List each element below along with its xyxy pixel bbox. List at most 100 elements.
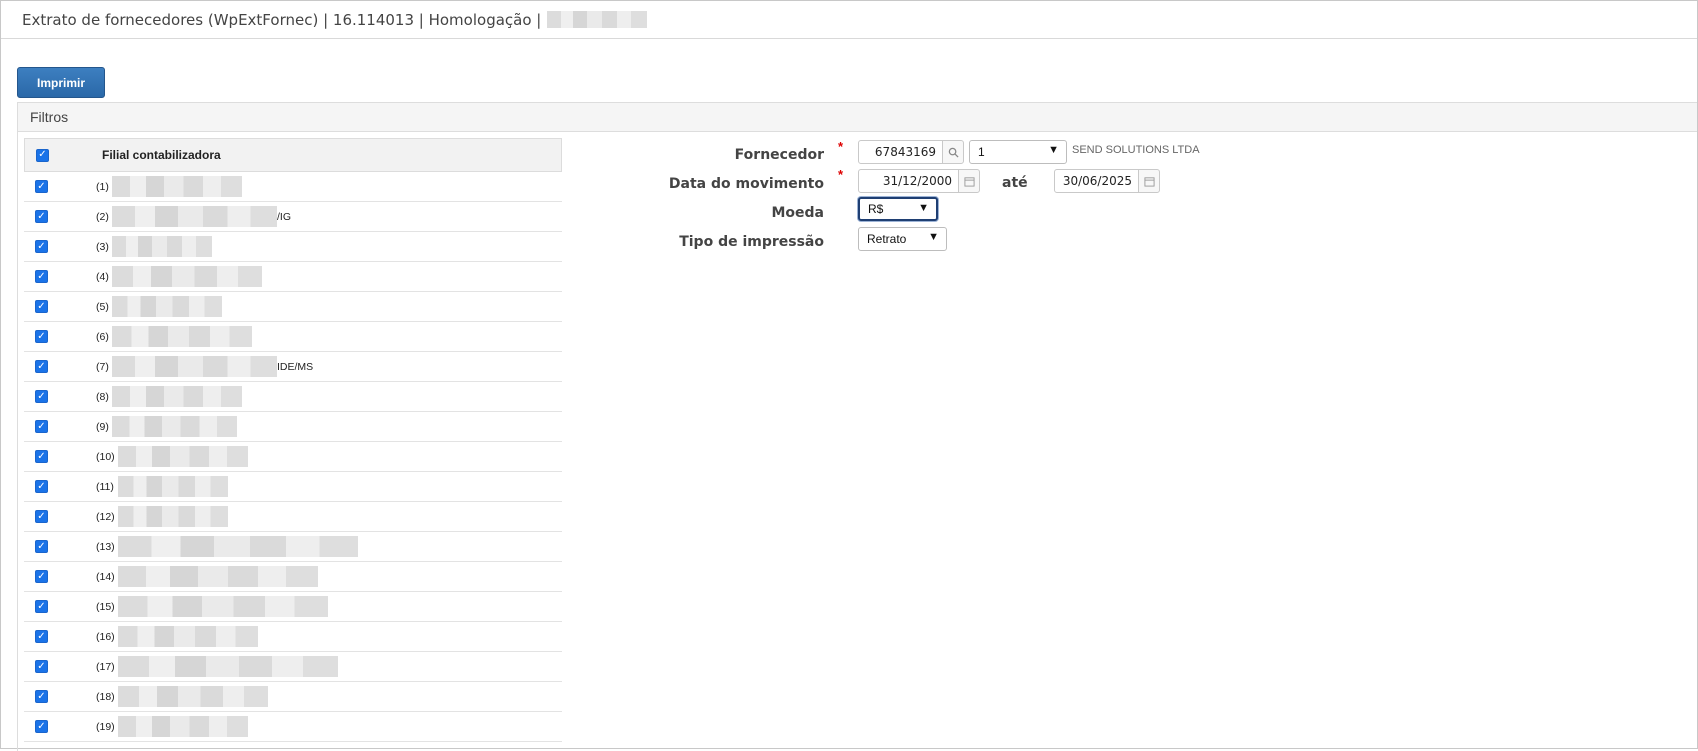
branch-row-checkbox[interactable]: ✓ — [35, 180, 48, 193]
branch-row-checkbox[interactable]: ✓ — [35, 270, 48, 283]
print-type-value: Retrato — [867, 232, 907, 246]
branch-row-index: (5) — [96, 301, 109, 313]
branch-row-index: (6) — [96, 331, 109, 343]
branch-row-checkbox[interactable]: ✓ — [35, 600, 48, 613]
branch-row-index: (14) — [96, 571, 115, 583]
branch-row[interactable]: ✓ (16) — [24, 622, 562, 652]
branch-row-checkbox[interactable]: ✓ — [35, 300, 48, 313]
branch-row-checkbox[interactable]: ✓ — [35, 540, 48, 553]
supplier-search-button[interactable] — [942, 140, 964, 164]
branch-row-index: (8) — [96, 391, 109, 403]
date-from-input[interactable]: 31/12/2000 — [858, 169, 959, 193]
redacted-branch-name — [112, 356, 277, 377]
currency-value: R$ — [868, 202, 884, 216]
branch-row[interactable]: ✓ (6) — [24, 322, 562, 352]
redacted-branch-name — [112, 326, 252, 347]
filters-panel-header[interactable]: Filtros — [17, 102, 1697, 132]
chevron-down-icon: ▼ — [1048, 144, 1059, 156]
branch-row[interactable]: ✓ (3) — [24, 232, 562, 262]
branch-row[interactable]: ✓ (5) — [24, 292, 562, 322]
branch-row-index: (12) — [96, 511, 115, 523]
window-title-bar: Extrato de fornecedores (WpExtFornec) | … — [1, 1, 1697, 39]
branch-row[interactable]: ✓ (15) — [24, 592, 562, 622]
branch-row[interactable]: ✓ (4) — [24, 262, 562, 292]
redacted-environment — [547, 11, 648, 28]
currency-label: Moeda — [771, 205, 824, 221]
branch-row[interactable]: ✓ (10) — [24, 442, 562, 472]
branch-row[interactable]: ✓ (2) /IG — [24, 202, 562, 232]
branch-row[interactable]: ✓ (18) — [24, 682, 562, 712]
branch-row-checkbox[interactable]: ✓ — [35, 660, 48, 673]
branch-row-checkbox[interactable]: ✓ — [35, 360, 48, 373]
branch-row[interactable]: ✓ (13) — [24, 532, 562, 562]
branch-row-index: (2) — [96, 211, 109, 223]
branch-row-index: (3) — [96, 241, 109, 253]
branch-table: ✓ Filial contabilizadora ✓ (1) ✓ (2) /IG ✓ (3)… — [24, 138, 562, 742]
date-to-input[interactable]: 30/06/2025 — [1054, 169, 1139, 193]
branch-row-index: (11) — [96, 481, 114, 493]
chevron-down-icon: ▼ — [928, 231, 939, 243]
supplier-branch-select[interactable]: 1 ▼ — [969, 140, 1067, 164]
branch-name-suffix: /IG — [277, 211, 292, 223]
branch-row-checkbox[interactable]: ✓ — [35, 510, 48, 523]
chevron-down-icon: ▼ — [918, 202, 929, 214]
branch-row-checkbox[interactable]: ✓ — [35, 390, 48, 403]
branch-name-suffix: IDE/MS — [277, 361, 314, 373]
branch-row-index: (10) — [96, 451, 115, 463]
supplier-code-input[interactable]: 67843169 — [858, 140, 943, 164]
branch-row-checkbox[interactable]: ✓ — [35, 330, 48, 343]
branch-row[interactable]: ✓ (11) — [24, 472, 562, 502]
redacted-branch-name — [112, 296, 222, 317]
branch-row-checkbox[interactable]: ✓ — [35, 450, 48, 463]
branch-row[interactable]: ✓ (14) — [24, 562, 562, 592]
branch-row-index: (15) — [96, 601, 115, 613]
branch-row[interactable]: ✓ (19) — [24, 712, 562, 742]
redacted-branch-name — [112, 266, 262, 287]
window-title: Extrato de fornecedores (WpExtFornec) | … — [22, 10, 542, 29]
redacted-branch-name — [118, 446, 248, 467]
branch-row-checkbox[interactable]: ✓ — [35, 720, 48, 733]
branch-row-checkbox[interactable]: ✓ — [35, 420, 48, 433]
date-from-calendar-button[interactable] — [958, 169, 980, 193]
redacted-branch-name — [118, 506, 228, 527]
branch-row[interactable]: ✓ (9) — [24, 412, 562, 442]
branch-row-checkbox[interactable]: ✓ — [35, 210, 48, 223]
print-type-label: Tipo de impressão — [679, 234, 824, 250]
supplier-label: Fornecedor — [734, 147, 824, 163]
redacted-branch-name — [118, 626, 258, 647]
branch-row-checkbox[interactable]: ✓ — [35, 630, 48, 643]
redacted-branch-name — [112, 176, 242, 197]
branch-row[interactable]: ✓ (12) — [24, 502, 562, 532]
branch-row-index: (16) — [96, 631, 115, 643]
redacted-branch-name — [112, 386, 242, 407]
branch-row-checkbox[interactable]: ✓ — [35, 240, 48, 253]
branch-row[interactable]: ✓ (17) — [24, 652, 562, 682]
branch-row-checkbox[interactable]: ✓ — [35, 570, 48, 583]
branch-row-index: (13) — [96, 541, 115, 553]
branch-row-index: (17) — [96, 661, 115, 673]
branch-row-checkbox[interactable]: ✓ — [35, 480, 48, 493]
redacted-branch-name — [118, 476, 228, 497]
redacted-branch-name — [118, 716, 248, 737]
redacted-branch-name — [118, 596, 328, 617]
supplier-required-mark: * — [838, 139, 844, 154]
supplier-branch-value: 1 — [978, 145, 985, 159]
branch-row[interactable]: ✓ (7) IDE/MS — [24, 352, 562, 382]
branch-row[interactable]: ✓ (1) — [24, 172, 562, 202]
print-type-select[interactable]: Retrato ▼ — [858, 227, 947, 251]
branch-row-index: (1) — [96, 181, 109, 193]
branch-table-header: ✓ Filial contabilizadora — [24, 138, 562, 172]
redacted-branch-name — [112, 236, 212, 257]
calendar-icon — [1143, 176, 1155, 187]
branch-row[interactable]: ✓ (8) — [24, 382, 562, 412]
movement-date-required-mark: * — [838, 167, 844, 182]
currency-select[interactable]: R$ ▼ — [858, 197, 938, 221]
redacted-branch-name — [118, 566, 318, 587]
date-to-calendar-button[interactable] — [1138, 169, 1160, 193]
redacted-branch-name — [118, 656, 338, 677]
print-button[interactable]: Imprimir — [17, 67, 105, 98]
calendar-icon — [963, 176, 975, 187]
branch-row-index: (19) — [96, 721, 115, 733]
select-all-checkbox[interactable]: ✓ — [36, 148, 49, 162]
branch-row-checkbox[interactable]: ✓ — [35, 690, 48, 703]
